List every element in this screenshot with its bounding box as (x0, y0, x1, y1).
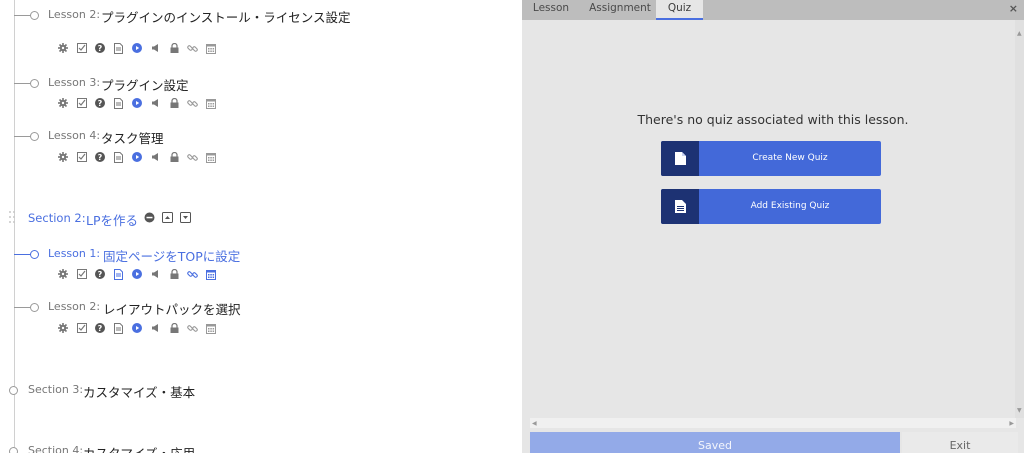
document-icon[interactable] (110, 41, 129, 55)
document-icon[interactable] (110, 150, 129, 164)
checkbox-icon[interactable] (73, 41, 92, 55)
lesson-toolbar: ? (54, 267, 221, 281)
section-title[interactable]: カスタマイズ・応用 (83, 443, 195, 453)
calendar-icon[interactable] (202, 150, 221, 164)
lesson-label: Lesson 3: (48, 76, 101, 89)
play-icon[interactable] (128, 267, 147, 281)
section-label: Section 4: (28, 444, 84, 453)
horizontal-scrollbar[interactable]: ◀ ▶ (530, 418, 1016, 428)
volume-icon[interactable] (147, 41, 166, 55)
svg-text:?: ? (98, 153, 103, 162)
tab-quiz[interactable]: Quiz (656, 0, 703, 20)
svg-text:?: ? (98, 324, 103, 333)
document-icon[interactable] (110, 267, 129, 281)
volume-icon[interactable] (147, 267, 166, 281)
create-quiz-label: Create New Quiz (752, 153, 828, 163)
link-icon[interactable] (184, 321, 203, 335)
section-label: Section 2: (28, 211, 86, 225)
document-icon[interactable] (110, 96, 129, 110)
question-icon[interactable]: ? (91, 267, 110, 281)
play-icon[interactable] (128, 41, 147, 55)
lesson-label: Lesson 4: (48, 129, 101, 142)
link-icon[interactable] (184, 41, 203, 55)
curriculum-panel: Lesson 2: プラグインのインストール・ライセンス設定 ? Lesson … (0, 0, 522, 453)
vertical-scrollbar[interactable]: ▲ ▼ (1015, 20, 1024, 418)
question-icon[interactable]: ? (91, 321, 110, 335)
volume-icon[interactable] (147, 321, 166, 335)
tab-lesson[interactable]: Lesson (526, 0, 576, 20)
add-quiz-label: Add Existing Quiz (750, 201, 830, 211)
tab-assignment[interactable]: Assignment (584, 0, 656, 20)
lesson-title[interactable]: 固定ページをTOPに設定 (103, 246, 240, 265)
collapse-icon[interactable] (144, 212, 155, 223)
lock-icon[interactable] (165, 321, 184, 335)
checkbox-icon[interactable] (73, 267, 92, 281)
move-up-icon[interactable] (162, 212, 173, 223)
link-icon[interactable] (184, 96, 203, 110)
lock-icon[interactable] (165, 150, 184, 164)
lesson-label: Lesson 1: (48, 247, 101, 260)
tab-bar: Lesson Assignment Quiz × (522, 0, 1024, 20)
calendar-icon[interactable] (202, 96, 221, 110)
move-down-icon[interactable] (180, 212, 191, 223)
section-title[interactable]: LPを作る (86, 210, 138, 229)
lesson-title[interactable]: レイアウトパックを選択 (103, 299, 241, 318)
lesson-toolbar: ? (54, 96, 221, 110)
lesson-label: Lesson 2: (48, 300, 101, 313)
checkbox-icon[interactable] (73, 96, 92, 110)
close-icon[interactable]: × (1009, 2, 1018, 15)
no-quiz-message: There's no quiz associated with this les… (637, 112, 909, 127)
lesson-title[interactable]: タスク管理 (101, 128, 164, 147)
saved-button[interactable]: Saved (530, 432, 900, 453)
exit-button[interactable]: Exit (902, 432, 1018, 453)
lock-icon[interactable] (165, 267, 184, 281)
lock-icon[interactable] (165, 41, 184, 55)
checkbox-icon[interactable] (73, 150, 92, 164)
svg-text:?: ? (98, 270, 103, 279)
gear-icon[interactable] (54, 267, 73, 281)
gear-icon[interactable] (54, 321, 73, 335)
drag-handle-icon[interactable] (9, 211, 17, 225)
gear-icon[interactable] (54, 150, 73, 164)
lesson-toolbar: ? (54, 41, 221, 55)
document-icon[interactable] (110, 321, 129, 335)
link-icon[interactable] (184, 267, 203, 281)
calendar-icon[interactable] (202, 267, 221, 281)
question-icon[interactable]: ? (91, 96, 110, 110)
lesson-toolbar: ? (54, 321, 221, 335)
add-existing-quiz-button[interactable]: Add Existing Quiz (661, 189, 881, 224)
lesson-toolbar: ? (54, 150, 221, 164)
play-icon[interactable] (128, 96, 147, 110)
volume-icon[interactable] (147, 150, 166, 164)
calendar-icon[interactable] (202, 321, 221, 335)
lesson-title[interactable]: プラグインのインストール・ライセンス設定 (101, 7, 351, 26)
link-icon[interactable] (184, 150, 203, 164)
section-label: Section 3: (28, 383, 84, 396)
svg-text:?: ? (98, 44, 103, 53)
create-quiz-button[interactable]: Create New Quiz (661, 141, 881, 176)
question-icon[interactable]: ? (91, 150, 110, 164)
calendar-icon[interactable] (202, 41, 221, 55)
play-icon[interactable] (128, 321, 147, 335)
volume-icon[interactable] (147, 96, 166, 110)
lock-icon[interactable] (165, 96, 184, 110)
lesson-label: Lesson 2: (48, 8, 101, 21)
file-text-icon (661, 189, 699, 224)
quiz-panel: Lesson Assignment Quiz × There's no quiz… (522, 0, 1024, 453)
lesson-title[interactable]: プラグイン設定 (101, 75, 189, 94)
gear-icon[interactable] (54, 41, 73, 55)
checkbox-icon[interactable] (73, 321, 92, 335)
gear-icon[interactable] (54, 96, 73, 110)
play-icon[interactable] (128, 150, 147, 164)
question-icon[interactable]: ? (91, 41, 110, 55)
svg-text:?: ? (98, 99, 103, 108)
section-title[interactable]: カスタマイズ・基本 (83, 382, 195, 401)
file-icon (661, 141, 699, 176)
